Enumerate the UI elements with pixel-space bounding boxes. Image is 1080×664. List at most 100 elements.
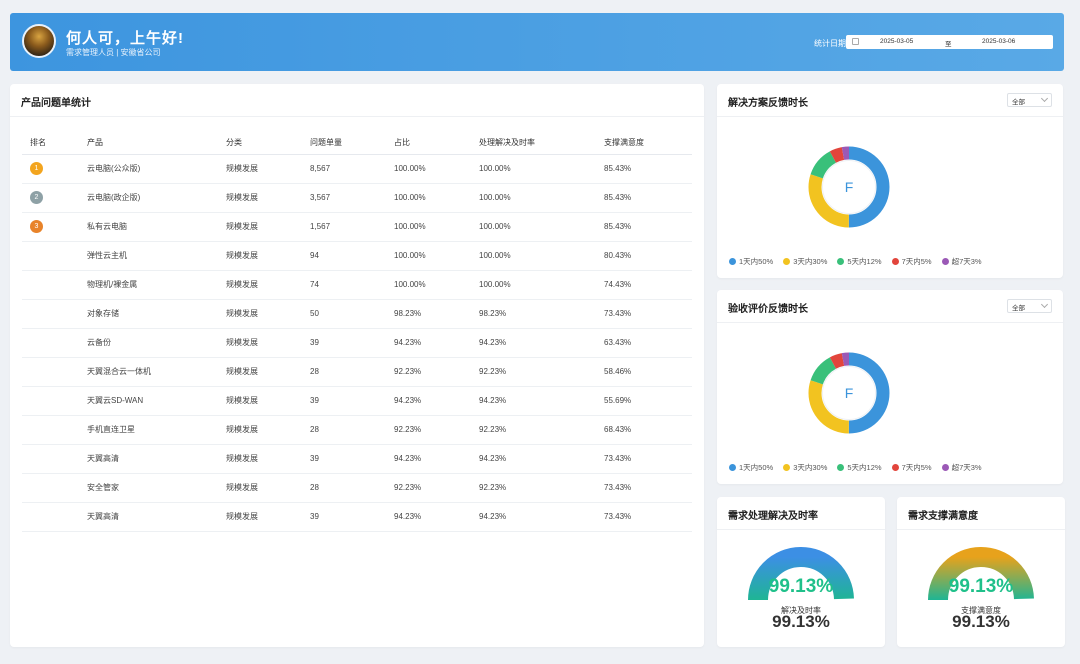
acceptance-filter-select[interactable]: 全部: [1007, 299, 1052, 313]
date-start[interactable]: 2025-03-05: [880, 38, 913, 45]
table-row[interactable]: 天翼云SD-WAN 规模发展 39 94.23% 94.23% 55.69%: [22, 386, 692, 416]
legend-item[interactable]: 3天内30%: [783, 462, 827, 473]
cell-product: 天翼混合云一体机: [87, 357, 226, 387]
cell-rate: 92.23%: [479, 357, 604, 387]
table-row[interactable]: 2 云电脑(政企版) 规模发展 3,567 100.00% 100.00% 85.43%: [22, 183, 692, 213]
cell-count: 28: [310, 473, 394, 503]
cell-satisfaction: 68.43%: [604, 415, 692, 445]
header-banner: 何人可，上午好! 需求管理人员 | 安徽省公司 统计日期 2025-03-05 …: [10, 13, 1064, 71]
cell-ratio: 100.00%: [394, 241, 479, 271]
cell-satisfaction: 58.46%: [604, 357, 692, 387]
legend-item[interactable]: 7天内5%: [891, 256, 932, 267]
cell-category: 规模发展: [226, 415, 310, 445]
cell-product: 云电脑(公众版): [87, 154, 226, 184]
divider: [897, 529, 1065, 530]
rank-badge: 2: [30, 191, 43, 204]
legend-dot-icon: [891, 464, 899, 471]
legend-item[interactable]: 5天内12%: [837, 256, 882, 267]
cell-count: 39: [310, 386, 394, 416]
cell-rank: [22, 357, 87, 387]
cell-ratio: 100.00%: [394, 212, 479, 242]
cell-rate: 92.23%: [479, 473, 604, 503]
cell-category: 规模发展: [226, 386, 310, 416]
cell-count: 8,567: [310, 154, 394, 184]
legend-label: 1天内50%: [739, 257, 774, 266]
cell-count: 1,567: [310, 212, 394, 242]
legend-item[interactable]: 3天内30%: [783, 256, 827, 267]
legend-item[interactable]: 5天内12%: [837, 462, 882, 473]
col-header-count: 问题单量: [310, 132, 394, 155]
cell-count: 28: [310, 357, 394, 387]
date-end[interactable]: 2025-03-06: [982, 38, 1015, 45]
calendar-icon: [852, 38, 859, 45]
date-range-picker[interactable]: 2025-03-05 至 2025-03-06: [846, 35, 1053, 49]
cell-category: 规模发展: [226, 241, 310, 271]
table-header-row: 排名 产品 分类 问题单量 占比 处理解决及时率 支撑满意度: [22, 132, 692, 155]
cell-product: 云电脑(政企版): [87, 183, 226, 213]
legend-dot-icon: [837, 258, 845, 265]
cell-category: 规模发展: [226, 212, 310, 242]
cell-satisfaction: 85.43%: [604, 154, 692, 184]
cell-product: 云备份: [87, 328, 226, 358]
cell-ratio: 94.23%: [394, 502, 479, 532]
legend-label: 7天内5%: [901, 463, 932, 472]
table-row[interactable]: 手机直连卫星 规模发展 28 92.23% 92.23% 68.43%: [22, 415, 692, 445]
cell-ratio: 92.23%: [394, 473, 479, 503]
cell-satisfaction: 73.43%: [604, 473, 692, 503]
legend-label: 1天内50%: [739, 463, 774, 472]
cell-category: 规模发展: [226, 270, 310, 300]
cell-count: 39: [310, 502, 394, 532]
rank-badge: 1: [30, 162, 43, 175]
table-row[interactable]: 3 私有云电脑 规模发展 1,567 100.00% 100.00% 85.43%: [22, 212, 692, 242]
resolution-rate-card: 需求处理解决及时率 99.13% 解决及时率 99.13%: [717, 497, 885, 647]
cell-rank: 2: [22, 183, 87, 213]
cell-rate: 98.23%: [479, 299, 604, 329]
cell-product: 对象存储: [87, 299, 226, 329]
solution-filter-select[interactable]: 全部: [1007, 93, 1052, 107]
legend-item[interactable]: 1天内50%: [729, 256, 773, 267]
cell-rank: [22, 473, 87, 503]
table-row[interactable]: 云备份 规模发展 39 94.23% 94.23% 63.43%: [22, 328, 692, 358]
legend-dot-icon: [729, 258, 736, 265]
legend-item[interactable]: 7天内5%: [891, 462, 932, 473]
cell-category: 规模发展: [226, 328, 310, 358]
cell-rank: [22, 241, 87, 271]
cell-ratio: 92.23%: [394, 415, 479, 445]
cell-satisfaction: 73.43%: [604, 299, 692, 329]
cell-rate: 94.23%: [479, 502, 604, 532]
col-header-rank: 排名: [22, 132, 87, 155]
table-row[interactable]: 天翼高清 规模发展 39 94.23% 94.23% 73.43%: [22, 444, 692, 474]
legend-item[interactable]: 1天内50%: [729, 462, 773, 473]
table-row[interactable]: 安全管家 规模发展 28 92.23% 92.23% 73.43%: [22, 473, 692, 503]
cell-rank: [22, 415, 87, 445]
cell-rank: [22, 299, 87, 329]
divider: [717, 116, 1063, 117]
col-header-category: 分类: [226, 132, 310, 155]
legend-item[interactable]: 超7天3%: [941, 462, 982, 473]
gauge-value-overlay: 99.13%: [768, 576, 834, 597]
chevron-down-icon: [1040, 300, 1049, 309]
table-row[interactable]: 1 云电脑(公众版) 规模发展 8,567 100.00% 100.00% 85.43%: [22, 154, 692, 184]
table-row[interactable]: 对象存储 规模发展 50 98.23% 98.23% 73.43%: [22, 299, 692, 329]
cell-category: 规模发展: [226, 473, 310, 503]
col-header-product: 产品: [87, 132, 226, 155]
table-row[interactable]: 天翼高清 规模发展 39 94.23% 94.23% 73.43%: [22, 502, 692, 532]
cell-category: 规模发展: [226, 154, 310, 184]
select-value: 全部: [1012, 305, 1025, 312]
gauge-value: 99.13%: [772, 612, 830, 631]
col-header-satisfaction: 支撑满意度: [604, 132, 692, 155]
legend-label: 3天内30%: [793, 257, 828, 266]
cell-ratio: 92.23%: [394, 357, 479, 387]
table-row[interactable]: 弹性云主机 规模发展 94 100.00% 100.00% 80.43%: [22, 241, 692, 271]
cell-product: 天翼高清: [87, 502, 226, 532]
cell-satisfaction: 73.43%: [604, 502, 692, 532]
date-label: 统计日期: [814, 39, 846, 48]
cell-count: 74: [310, 270, 394, 300]
cell-satisfaction: 85.43%: [604, 212, 692, 242]
solution-legend: 1天内50% 3天内30% 5天内12% 7天内5% 超7天3%: [729, 256, 982, 267]
table-row[interactable]: 物理机/裸金属 规模发展 74 100.00% 100.00% 74.43%: [22, 270, 692, 300]
table-row[interactable]: 天翼混合云一体机 规模发展 28 92.23% 92.23% 58.46%: [22, 357, 692, 387]
gauge-value: 99.13%: [952, 612, 1010, 631]
avatar[interactable]: [22, 24, 56, 58]
legend-item[interactable]: 超7天3%: [941, 256, 982, 267]
